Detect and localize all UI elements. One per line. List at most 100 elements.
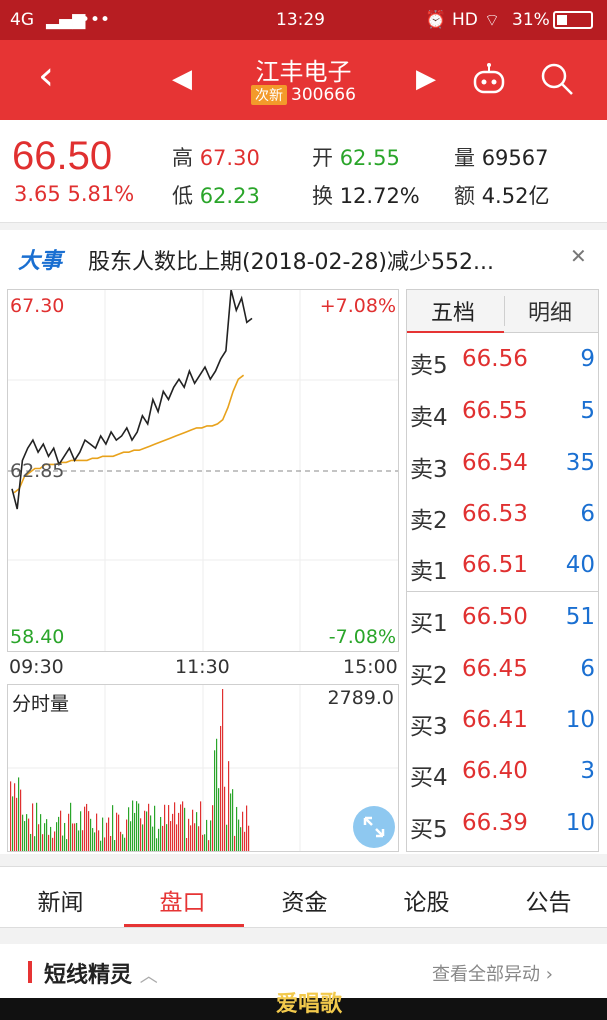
volume-bar [56,822,58,851]
volume-bar [134,812,136,851]
wifi-icon: ⌔ [484,11,500,31]
volume-bar [226,824,228,851]
low-value: 62.23 [199,184,260,208]
price-chart [8,290,398,651]
next-stock-icon[interactable]: ▶ [416,64,436,94]
bid-level: 买3 [410,714,448,740]
volume-bar [124,837,126,851]
ask-row[interactable]: 卖4 66.55 5 [406,386,599,438]
ask-level: 卖3 [410,457,448,483]
clock: 13:29 [276,10,325,30]
tab-announcements[interactable]: 公告 [488,883,607,917]
volume-bar [116,812,118,851]
ask-row[interactable]: 卖3 66.54 35 [406,438,599,490]
search-icon[interactable] [540,62,574,96]
price-chart-panel[interactable]: 67.30 +7.08% 62.85 58.40 -7.08% [7,289,399,652]
last-price: 66.50 [12,134,113,178]
volume-bar [174,802,176,851]
section-accent-bar [28,961,32,983]
volume-bar [244,831,246,851]
volume-bar [28,818,30,851]
y-bottom-label: 58.40 [10,626,65,648]
volume-bar [64,822,66,851]
volume-bar [20,789,22,851]
volume-bar [118,814,120,851]
volume-bar [248,825,250,851]
volume-bar [164,804,166,851]
volume-bar [76,822,78,851]
volume-bar [182,801,184,851]
low-label: 低 [172,184,193,208]
volume-bar [142,824,144,851]
volume-bar [82,830,84,851]
volume-bar [112,805,114,851]
nav-bar: ‹ ◀ 江丰电子 次新 300666 ▶ [0,40,607,120]
volume-bar [160,816,162,851]
section-title: 短线精灵 ︿ [44,957,158,989]
tab-handicap[interactable]: 盘口 [122,883,243,917]
ask-price: 66.51 [462,552,528,578]
tab-details[interactable]: 明细 [528,295,572,327]
volume-bar [238,819,240,851]
view-all-link[interactable]: 查看全部异动 › [432,960,553,986]
status-bar: 4G ▂▄▆ ••• 13:29 ⏰ HD ⌔ 31% [0,0,607,40]
volume-bar [16,797,18,851]
tab-five-levels[interactable]: 五档 [431,295,475,327]
price-change: 3.65 5.81% [14,182,134,206]
volume-bar [68,813,70,851]
volume-bar [30,833,32,851]
ask-price: 66.55 [462,398,528,424]
news-ticker[interactable]: 大事 股东人数比上期(2018-02-28)减少552... ✕ [0,230,607,286]
volume-bar [106,822,108,851]
bid-row[interactable]: 买4 66.40 3 [406,746,599,798]
ask-row[interactable]: 卖5 66.56 9 [406,334,599,386]
section-title-text: 短线精灵 [44,963,133,988]
ask-row[interactable]: 卖2 66.53 6 [406,489,599,541]
volume-cell: 量 69567 [454,142,549,172]
volume-bar [136,801,138,851]
bid-volume: 51 [565,604,595,630]
turnover-cell: 换 12.72% [312,180,420,210]
volume-bar [234,835,236,851]
volume-bar [196,812,198,851]
volume-bar [184,807,186,851]
volume-bar [210,820,212,851]
network-indicator: 4G [10,10,34,30]
bid-level: 买5 [410,817,448,843]
volume-bar [120,831,122,851]
volume-bar [70,802,72,851]
volume-bar [132,800,134,851]
bid-row[interactable]: 买2 66.45 6 [406,644,599,696]
close-icon[interactable]: ✕ [570,244,587,268]
y-top-label: 67.30 [10,295,65,317]
volume-title: 分时量 [10,689,72,716]
volume-bar [144,810,146,851]
orderbook-tabs: 五档 明细 [406,289,599,334]
tab-news[interactable]: 新闻 [0,883,121,917]
bid-row[interactable]: 买3 66.41 10 [406,695,599,747]
volume-bar [204,834,206,851]
volume-bar [54,831,56,851]
volume-bar [34,836,36,851]
volume-bar [104,837,106,851]
tab-discussion[interactable]: 论股 [366,883,487,917]
volume-bar [46,819,48,851]
ask-price: 66.54 [462,450,528,476]
volume-bar [208,840,210,851]
volume-chart-panel[interactable]: 分时量 2789.0 [7,684,399,852]
robot-assistant-icon[interactable] [472,62,506,96]
volume-bar [240,827,242,851]
bid-row[interactable]: 买1 66.50 51 [406,592,599,644]
bid-price: 66.41 [462,707,528,733]
ask-row[interactable]: 卖1 66.51 40 [406,540,599,592]
volume-bar [148,803,150,851]
bid-row[interactable]: 买5 66.39 10 [406,798,599,850]
chevron-up-icon[interactable]: ︿ [140,966,158,987]
tab-underline [124,924,244,927]
volume-bar [44,823,46,851]
volume-bar [228,761,230,851]
ask-level: 卖2 [410,508,448,534]
tab-funds[interactable]: 资金 [244,883,365,917]
news-text[interactable]: 股东人数比上期(2018-02-28)减少552... [88,244,558,276]
expand-icon[interactable] [352,805,396,849]
